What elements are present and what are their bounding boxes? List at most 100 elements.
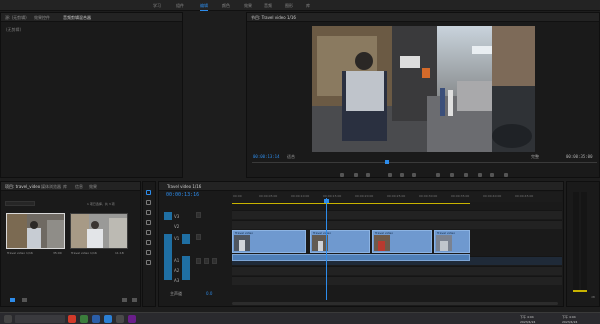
project-search-input[interactable] — [5, 201, 35, 206]
track-lock-icon[interactable] — [196, 212, 201, 218]
street-scene-image — [312, 26, 535, 152]
project-item-thumbnail[interactable] — [70, 213, 128, 249]
workspace-learning[interactable]: 学习 — [153, 3, 161, 9]
timeline-clip[interactable]: Travel video — [372, 230, 432, 253]
slip-tool-icon[interactable] — [146, 230, 151, 235]
tab-timeline-sequence[interactable]: Travel video 1/16 — [167, 184, 201, 189]
track-select-tool-icon[interactable] — [146, 200, 151, 205]
program-scrubber[interactable] — [252, 162, 597, 163]
razor-tool-icon[interactable] — [146, 220, 151, 225]
clock-time-secondary[interactable]: 下午 4:04 — [562, 315, 576, 319]
step-back-icon[interactable] — [388, 173, 392, 177]
ruler-label: 00:00:45:00 — [515, 194, 534, 198]
step-forward-icon[interactable] — [412, 173, 416, 177]
track-label-a1[interactable]: A1 — [174, 258, 179, 263]
mark-in-icon[interactable] — [354, 173, 358, 177]
settings-icon[interactable] — [490, 173, 494, 177]
mark-out-icon[interactable] — [366, 173, 370, 177]
app-icon-3[interactable] — [92, 315, 100, 323]
workspace-audio[interactable]: 音频 — [264, 3, 272, 9]
tab-project[interactable]: 项目: travel_video — [5, 184, 40, 190]
add-marker-icon[interactable] — [340, 173, 344, 177]
solo-icon[interactable] — [204, 258, 209, 264]
add-button-icon[interactable] — [504, 173, 508, 177]
ruler-label: 00:00:25:00 — [387, 194, 406, 198]
hand-tool-icon[interactable] — [146, 250, 151, 255]
program-video-frame[interactable] — [312, 26, 535, 152]
ruler-label: 00:00:10:00 — [291, 194, 310, 198]
timeline-clip[interactable]: Travel video — [310, 230, 370, 253]
work-area-bar[interactable] — [232, 203, 470, 204]
track-label-v3[interactable]: V3 — [174, 214, 179, 219]
pen-tool-icon[interactable] — [146, 240, 151, 245]
voice-over-icon[interactable] — [212, 258, 217, 264]
ruler-label: 00:00 — [233, 194, 242, 198]
ruler-label: 00:00:05:00 — [259, 194, 278, 198]
project-item-thumbnail[interactable] — [6, 213, 65, 249]
start-icon[interactable] — [4, 315, 12, 323]
master-volume-value[interactable]: 0.0 — [206, 291, 212, 296]
source-patch-audio[interactable] — [164, 256, 172, 280]
timeline-playhead[interactable] — [326, 198, 327, 300]
tab-libraries[interactable]: 库 — [63, 184, 67, 190]
lift-icon[interactable] — [436, 173, 440, 177]
tab-source[interactable]: 源: (无剪辑) — [5, 15, 27, 21]
selection-tool-icon[interactable] — [146, 190, 151, 195]
tab-info[interactable]: 信息 — [75, 184, 83, 190]
app-icon-2[interactable] — [80, 315, 88, 323]
clip-thumbnail — [234, 235, 250, 251]
source-patch-video[interactable] — [164, 234, 172, 256]
target-track-v1[interactable] — [182, 234, 190, 244]
workspace-libraries[interactable]: 库 — [306, 3, 310, 9]
track-label-a2[interactable]: A2 — [174, 268, 179, 273]
app-icon-5[interactable] — [116, 315, 124, 323]
tab-effect-controls[interactable]: 效果控件 — [34, 15, 50, 21]
program-quality-select[interactable]: 完整 — [531, 154, 539, 160]
audio-clip-a1[interactable] — [232, 254, 470, 261]
workspace-editing[interactable]: 编辑 — [200, 3, 208, 11]
type-tool-icon[interactable] — [146, 260, 151, 265]
clip-thumbnail — [374, 235, 390, 251]
target-track-a1[interactable] — [182, 256, 190, 280]
clock-time[interactable]: 下午 4:04 — [520, 315, 534, 319]
icon-view-icon[interactable] — [22, 298, 27, 302]
list-view-icon[interactable] — [10, 298, 15, 302]
ripple-edit-tool-icon[interactable] — [146, 210, 151, 215]
tab-effects[interactable]: 效果 — [89, 184, 97, 190]
play-icon[interactable] — [400, 173, 404, 177]
app-icon-1[interactable] — [68, 315, 76, 323]
program-timecode[interactable]: 00:00:13:14 — [253, 154, 280, 159]
timeline-clip[interactable]: Travel video — [232, 230, 306, 253]
track-label-a3[interactable]: A3 — [174, 278, 179, 283]
track-label-v1[interactable]: V1 — [174, 236, 179, 241]
trash-icon[interactable] — [132, 298, 137, 302]
timeline-timecode[interactable]: 00:00:13:16 — [166, 192, 199, 198]
tab-audio-clip-mixer[interactable]: 音频剪辑混合器 — [63, 15, 91, 21]
export-frame-icon[interactable] — [464, 173, 468, 177]
clock-date-secondary[interactable]: 2023/4/24 — [562, 320, 577, 324]
tab-media-browser[interactable]: 媒体浏览器 — [41, 184, 61, 190]
search-box[interactable] — [15, 315, 65, 323]
new-item-icon[interactable] — [122, 298, 127, 302]
track-label-v2[interactable]: V2 — [174, 224, 179, 229]
extract-icon[interactable] — [450, 173, 454, 177]
comparison-view-icon[interactable] — [478, 173, 482, 177]
program-fit-select[interactable]: 适合 — [287, 154, 295, 160]
mute-icon[interactable] — [196, 258, 201, 264]
tab-program[interactable]: 节目: Travel video 1/16 — [251, 15, 296, 21]
timeline-scrollbar[interactable] — [232, 302, 558, 305]
timeline-clip[interactable]: Travel video — [434, 230, 470, 253]
app-icon-4[interactable] — [104, 315, 112, 323]
workspace-graphics[interactable]: 图形 — [285, 3, 293, 9]
workspace-color[interactable]: 颜色 — [222, 3, 230, 9]
empty-clip-text: (无剪辑) — [6, 27, 22, 32]
source-panel: 源: (无剪辑) 效果控件 音频剪辑混合器 (无剪辑) — [0, 12, 183, 178]
premiere-pro-icon[interactable] — [128, 315, 136, 323]
clock-date[interactable]: 2023/4/24 — [520, 320, 535, 324]
workspace-assembly[interactable]: 组件 — [176, 3, 184, 9]
source-patch-v1[interactable] — [164, 212, 172, 220]
playhead-handle[interactable] — [324, 199, 329, 203]
workspace-effects[interactable]: 效果 — [244, 3, 252, 9]
track-eye-icon[interactable] — [196, 234, 201, 240]
program-playhead[interactable] — [385, 160, 389, 164]
